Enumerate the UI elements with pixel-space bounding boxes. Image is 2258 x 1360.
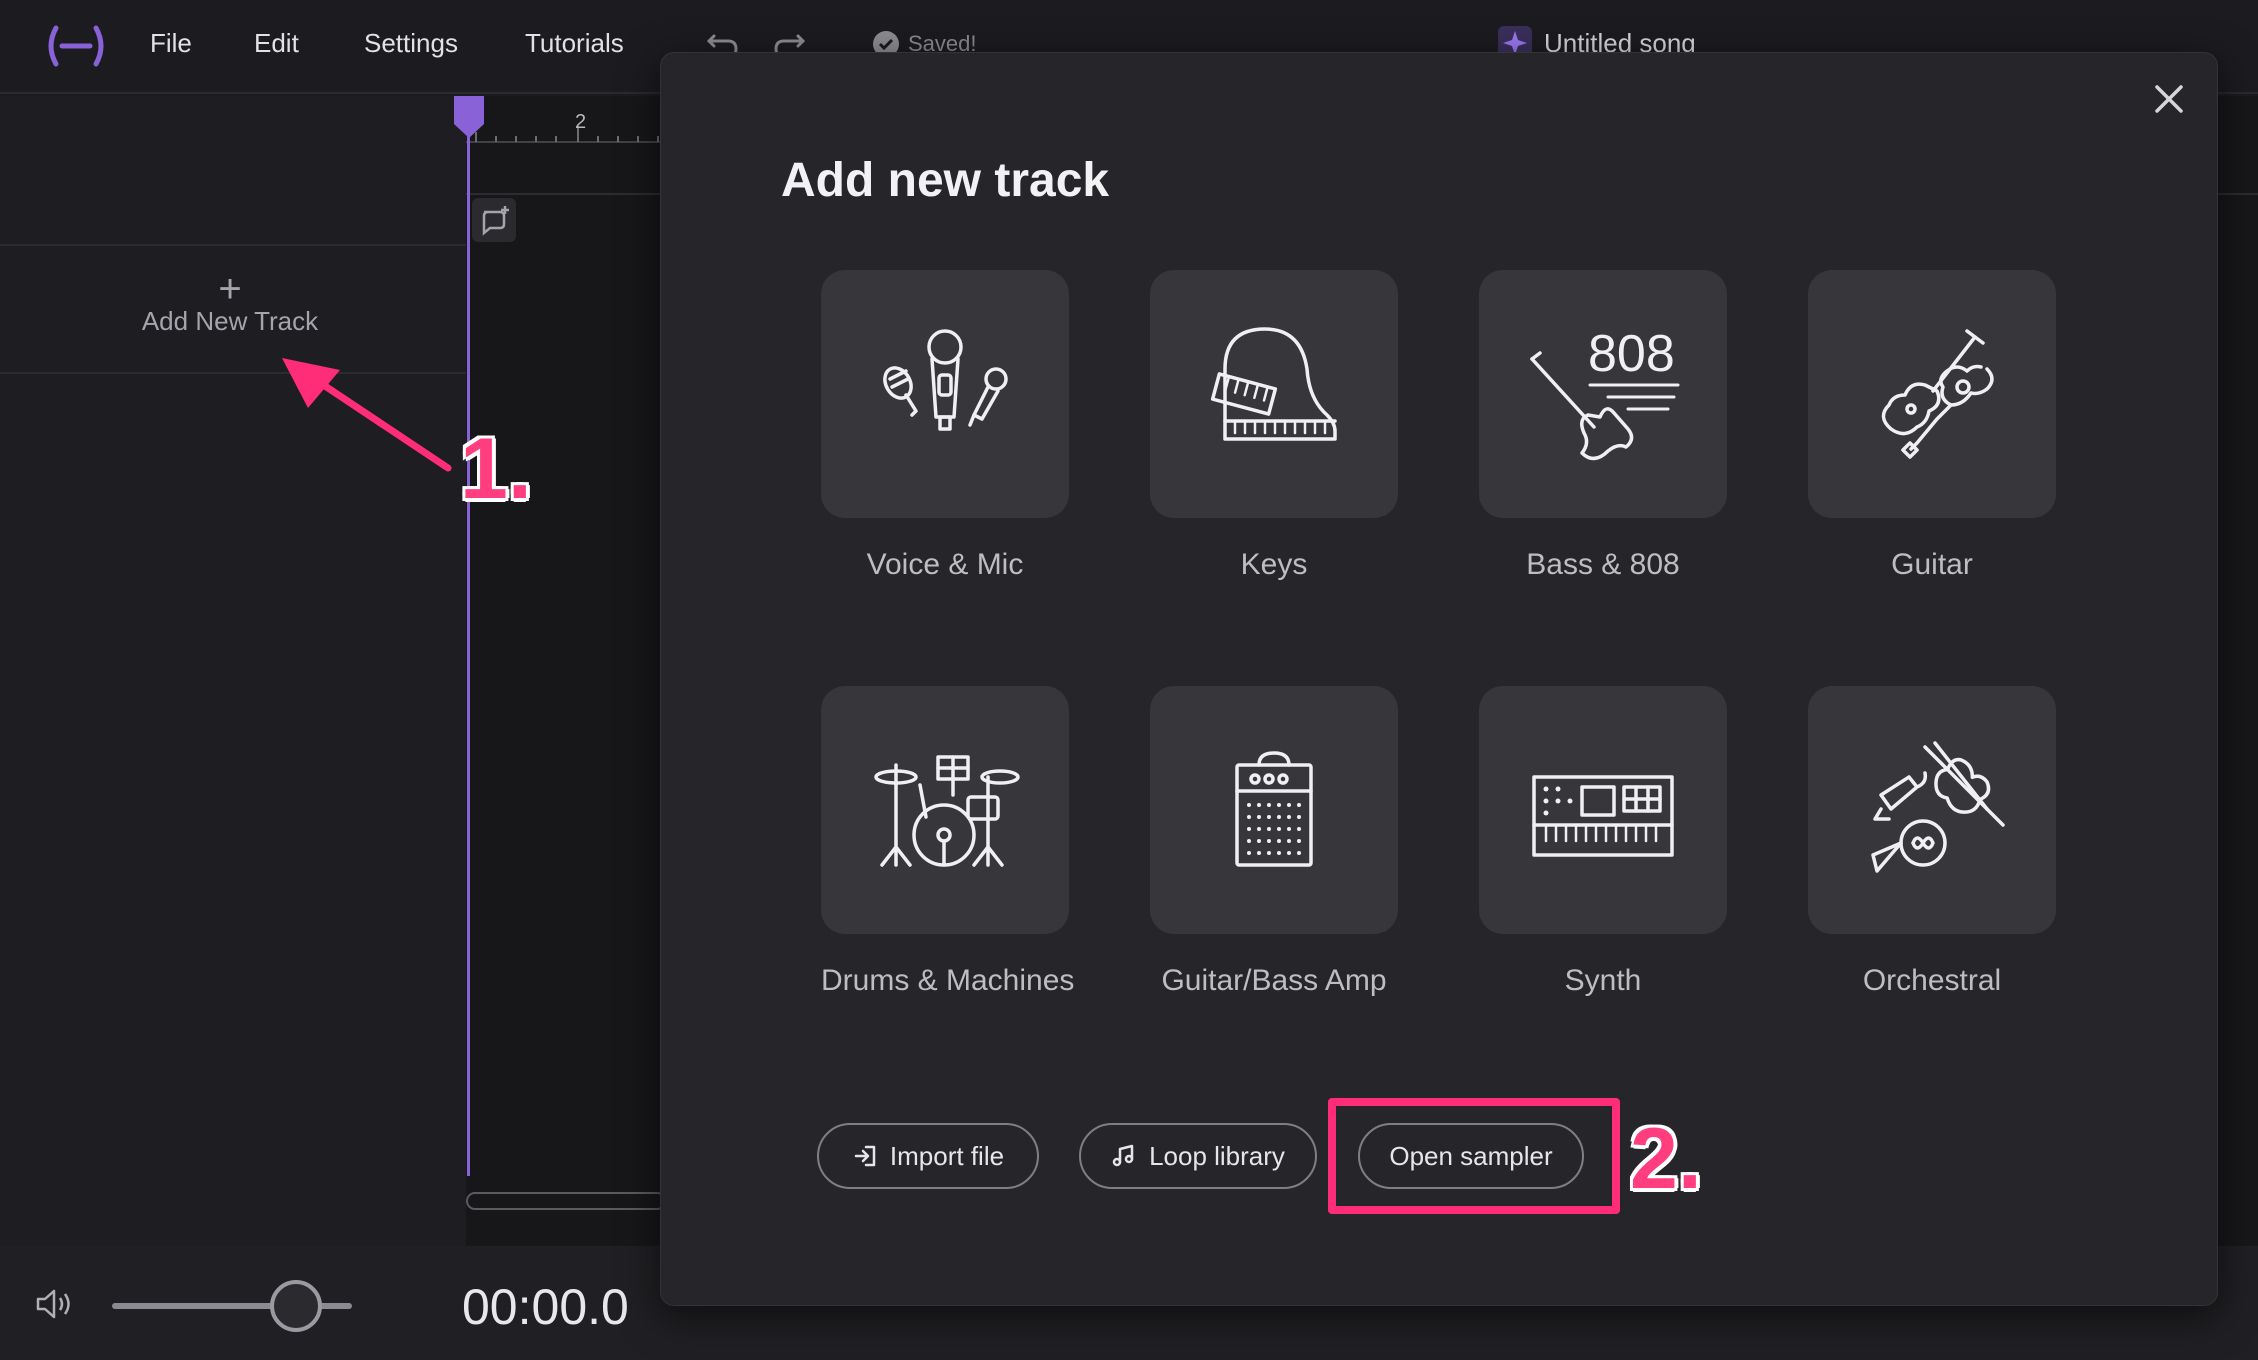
menu-tutorials[interactable]: Tutorials	[525, 28, 624, 59]
ruler-bar-label: 2	[575, 111, 586, 133]
track-type-drums-machines[interactable]: Drums & Machines	[821, 686, 1075, 998]
music-note-icon	[1112, 1144, 1134, 1167]
annotation-arrow	[282, 358, 452, 472]
comment-plus-icon	[482, 206, 509, 236]
dialog-title: Add new track	[781, 154, 1110, 207]
import-icon	[854, 1145, 876, 1167]
tile-label: Orchestral	[1862, 964, 2002, 997]
playhead-line[interactable]	[467, 122, 470, 1176]
playhead-handle[interactable]	[452, 94, 486, 140]
annotation-highlight-box	[1328, 1098, 1620, 1214]
time-display: 00:00.0	[462, 1279, 629, 1335]
loop-library-label: Loop library	[1149, 1140, 1285, 1171]
import-file-label: Import file	[889, 1140, 1005, 1171]
track-type-synth[interactable]: Synth	[1479, 686, 1727, 998]
close-icon[interactable]	[2149, 79, 2189, 119]
menu-file[interactable]: File	[150, 28, 192, 59]
tile-label: Keys	[1240, 548, 1308, 581]
guitars-icon	[1881, 329, 1994, 459]
tile-label: Guitar	[1891, 548, 1973, 581]
menu-settings[interactable]: Settings	[364, 28, 458, 59]
volume-icon[interactable]	[34, 1286, 74, 1322]
tile-label: Bass & 808	[1526, 548, 1680, 581]
divider	[0, 244, 466, 246]
drum-kit-icon	[874, 755, 1020, 867]
track-type-bass-808[interactable]: 808 Bass & 808	[1479, 270, 1727, 582]
app-logo-icon[interactable]	[44, 22, 108, 70]
volume-slider-handle[interactable]	[270, 1280, 322, 1332]
bass-808-icon: 808	[1530, 325, 1680, 461]
track-type-guitar[interactable]: Guitar	[1808, 270, 2056, 582]
import-file-button[interactable]: Import file	[817, 1123, 1039, 1189]
track-type-voice-mic[interactable]: Voice & Mic	[821, 270, 1069, 582]
track-type-guitar-bass-amp[interactable]: Guitar/Bass Amp	[1150, 686, 1398, 998]
svg-text:808: 808	[1588, 325, 1675, 383]
track-type-orchestral[interactable]: Orchestral	[1808, 686, 2056, 998]
orchestral-instruments-icon	[1871, 741, 2005, 873]
annotation-step-2: 2.	[1630, 1111, 1702, 1207]
tile-label: Synth	[1564, 964, 1642, 997]
amplifier-icon	[1235, 751, 1313, 867]
synthesizer-icon	[1532, 775, 1674, 857]
add-new-track-button[interactable]: + Add New Track	[100, 267, 360, 337]
add-comment-button[interactable]	[472, 198, 516, 242]
tile-label: Voice & Mic	[866, 548, 1024, 581]
track-type-keys[interactable]: Keys	[1150, 270, 1398, 582]
plus-icon: +	[218, 267, 242, 311]
microphones-icon	[883, 329, 1008, 431]
tile-label: Guitar/Bass Amp	[1161, 964, 1387, 997]
tile-label: Drums & Machines	[821, 964, 1075, 997]
piano-icon	[1210, 327, 1337, 441]
menu-edit[interactable]: Edit	[254, 28, 299, 59]
add-new-track-label: Add New Track	[141, 306, 319, 336]
annotation-step-1: 1.	[460, 421, 532, 517]
horizontal-scrollbar[interactable]	[466, 1192, 666, 1210]
loop-library-button[interactable]: Loop library	[1079, 1123, 1317, 1189]
